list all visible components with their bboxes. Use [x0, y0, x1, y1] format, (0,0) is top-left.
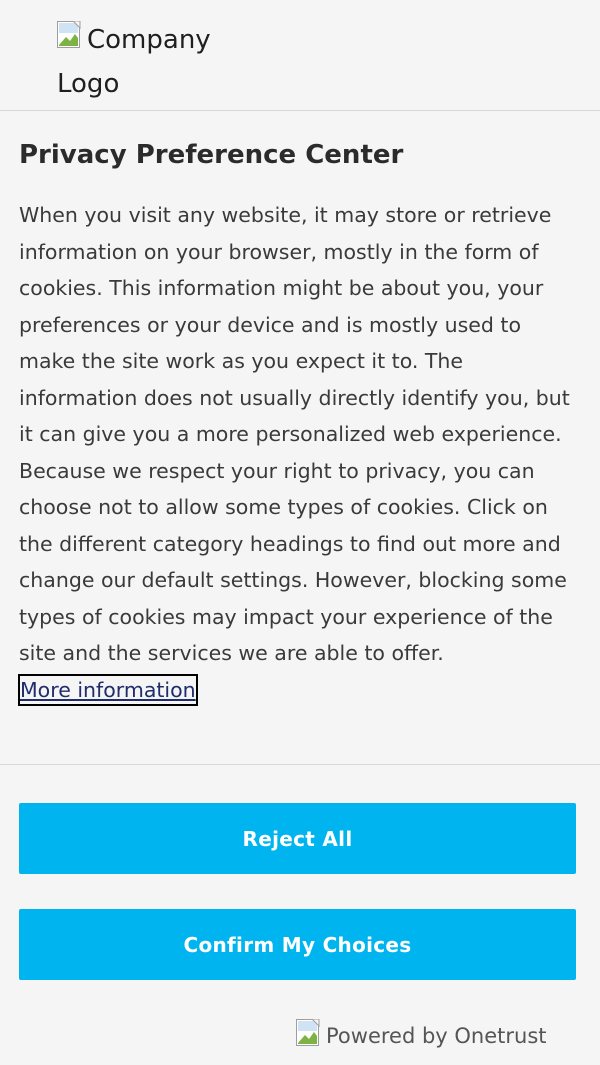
broken-image-icon [296, 1018, 326, 1049]
logo-alt-text: Company Logo [57, 18, 257, 106]
reject-all-button[interactable]: Reject All [19, 803, 576, 874]
page-title: Privacy Preference Center [19, 140, 404, 170]
powered-by-alt-text: Powered by Onetrust [326, 1024, 547, 1048]
broken-image-icon [57, 20, 87, 51]
powered-by-onetrust-link[interactable]: Powered by Onetrust [296, 1018, 547, 1052]
privacy-description: When you visit any website, it may store… [18, 197, 581, 708]
header-divider [0, 110, 600, 111]
description-text: When you visit any website, it may store… [19, 203, 570, 665]
content-divider [0, 764, 600, 765]
confirm-my-choices-button[interactable]: Confirm My Choices [19, 909, 576, 980]
more-information-link[interactable]: More information [18, 673, 198, 706]
company-logo: Company Logo [0, 0, 600, 110]
